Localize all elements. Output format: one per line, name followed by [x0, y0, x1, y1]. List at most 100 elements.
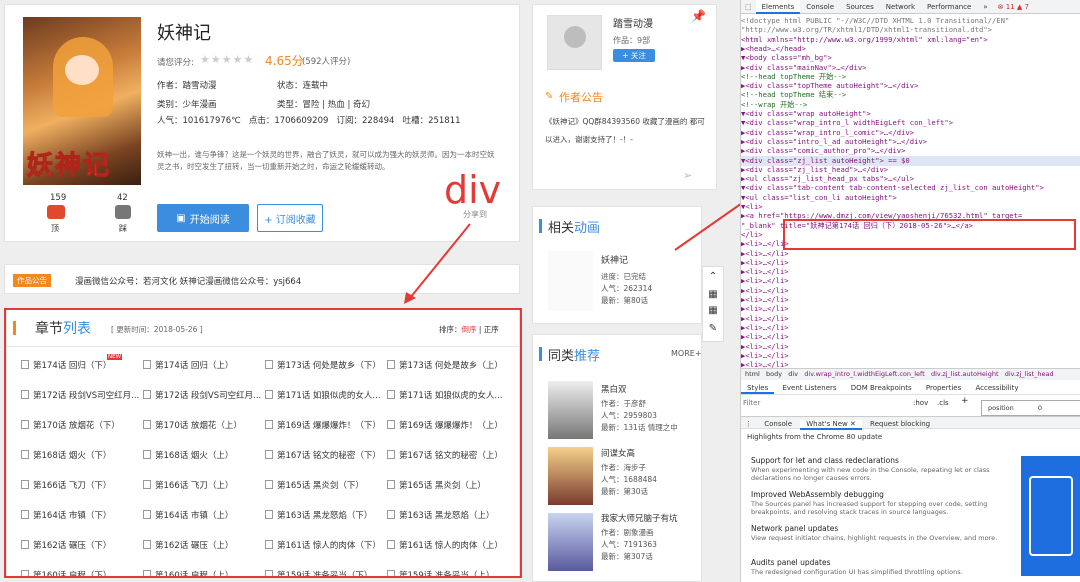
paper-plane-icon: ➢: [683, 169, 693, 182]
chevron-up-icon[interactable]: ⌃: [703, 267, 723, 287]
cover-image[interactable]: 妖神记: [23, 17, 141, 185]
news-heading[interactable]: Network panel updates: [751, 524, 1021, 533]
chapter-link[interactable]: 第173话 何处是故乡（下）: [265, 359, 383, 371]
tab-properties[interactable]: Properties: [920, 384, 967, 392]
sort-asc[interactable]: 正序: [484, 325, 499, 334]
chapter-link[interactable]: 第173话 何处是故乡（上）: [387, 359, 505, 371]
crumb-zj-list[interactable]: div.zj_list.autoHeight: [931, 370, 999, 378]
drawer-menu-icon[interactable]: ⋮: [741, 420, 756, 428]
chapter-link[interactable]: 第168话 烟火（下）: [21, 449, 139, 461]
chapter-link[interactable]: 第163话 黑龙怒焰（下）: [265, 509, 383, 521]
cls-toggle[interactable]: .cls: [937, 399, 949, 407]
tab-sources[interactable]: Sources: [840, 0, 880, 14]
chapter-link[interactable]: 第174话 回归（下）: [21, 359, 139, 371]
chapter-link[interactable]: 第170话 放烟花（上）: [143, 419, 261, 431]
chapter-link[interactable]: 第161话 惊人的肉体（下）: [265, 539, 383, 551]
chapter-link[interactable]: 第164话 市镇（下）: [21, 509, 139, 521]
chapter-link[interactable]: 第172话 段剑VS司空红月...: [21, 389, 139, 401]
chapter-link[interactable]: 第159话 准备妥当（下）: [265, 569, 383, 576]
tab-more[interactable]: »: [977, 0, 993, 14]
qr-code-icon[interactable]: ▦: [703, 287, 723, 303]
error-badge[interactable]: ⊗ 11 ▲ 7: [998, 3, 1029, 11]
similar-name-1[interactable]: 黑白双: [601, 383, 627, 395]
chapter-link[interactable]: 第160话 启程（下）: [21, 569, 139, 576]
crumb-zj-list-head[interactable]: div.zj_list_head: [1005, 370, 1054, 378]
news-heading[interactable]: Audits panel updates: [751, 558, 1021, 567]
chapter-link[interactable]: 第160话 启程（上）: [143, 569, 261, 576]
tab-network[interactable]: Network: [880, 0, 921, 14]
chapter-link[interactable]: 第166话 飞刀（下）: [21, 479, 139, 491]
edit-icon[interactable]: ✎: [703, 319, 723, 339]
crumb-div[interactable]: div: [788, 370, 798, 378]
chapter-link[interactable]: 第168话 烟火（上）: [143, 449, 261, 461]
chapter-link[interactable]: 第162话 碾压（下）: [21, 539, 139, 551]
chapter-link[interactable]: 第165话 黑炎剑（上）: [387, 479, 505, 491]
chapter-link[interactable]: 第172话 段剑VS司空红月...: [143, 389, 261, 401]
qr-code-icon-2[interactable]: ▦: [703, 303, 723, 319]
similar-name-3[interactable]: 我家大师兄脑子有坑: [601, 512, 678, 524]
chapter-link[interactable]: 第167话 铭文的秘密（下）: [265, 449, 383, 461]
chapter-link[interactable]: 第171话 如狼似虎的女人...: [387, 389, 505, 401]
chapter-link[interactable]: 第162话 碾压（上）: [143, 539, 261, 551]
sort-desc[interactable]: 倒序: [462, 325, 477, 334]
related-anime-card: 相关动画 妖神记 进度：已完结 人气：262314 最新：第80话: [532, 206, 702, 324]
tab-performance[interactable]: Performance: [921, 0, 977, 14]
overlay-label: div: [444, 168, 502, 212]
chapter-link[interactable]: 第164话 市镇（上）: [143, 509, 261, 521]
chapter-link[interactable]: 第169话 爆爆爆炸！（下）: [265, 419, 383, 431]
drawer-tab-whats-new[interactable]: What's New ✕: [800, 420, 862, 430]
score: 4.65分: [265, 54, 304, 68]
similar-latest-2: 最新：第30话: [601, 487, 649, 496]
tab-elements[interactable]: Elements: [755, 0, 801, 14]
thumb-down-icon[interactable]: [115, 205, 131, 219]
chapter-link[interactable]: 第159话 准备妥当（上）: [387, 569, 505, 576]
related-thumb[interactable]: [548, 251, 593, 311]
intro-card: 妖神记 妖神记 请您评分: ★★★★★ 4.65分 (592人评分) 作者：踏雪…: [4, 4, 520, 242]
dom-node[interactable]: ▶<li>…</li>: [741, 360, 1080, 370]
tab-event-listeners[interactable]: Event Listeners: [776, 384, 842, 392]
author-avatar[interactable]: [547, 15, 602, 70]
similar-name-2[interactable]: 间谍女高: [601, 447, 635, 459]
news-heading[interactable]: Improved WebAssembly debugging: [751, 490, 1021, 499]
drawer-tab-console[interactable]: Console: [758, 420, 798, 428]
tab-dom-breakpoints[interactable]: DOM Breakpoints: [845, 384, 918, 392]
chrome-promo-image: [1021, 456, 1080, 576]
read-button[interactable]: ▣ 开始阅读: [157, 204, 249, 232]
news-heading[interactable]: Support for let and class redeclarations: [751, 456, 1021, 465]
crumb-wrap-intro[interactable]: div.wrap_intro_l.widthEigLeft.con_left: [804, 370, 925, 378]
add-rule-button[interactable]: +: [961, 396, 969, 406]
subscribe-button[interactable]: + 订阅收藏: [257, 204, 323, 232]
follow-button[interactable]: + 关注: [613, 49, 655, 62]
author-name[interactable]: 踏雪动漫: [613, 15, 653, 30]
chapter-link[interactable]: 第161话 惊人的肉体（上）: [387, 539, 505, 551]
chapter-link[interactable]: 第166话 飞刀（上）: [143, 479, 261, 491]
crumb-body[interactable]: body: [766, 370, 782, 378]
more-link[interactable]: MORE+: [671, 349, 702, 358]
score-count: (592人评分): [302, 57, 351, 67]
related-name[interactable]: 妖神记: [601, 253, 628, 266]
tab-console[interactable]: Console: [800, 0, 840, 14]
chapter-link[interactable]: 第169话 爆爆爆炸！（上）: [387, 419, 505, 431]
chapter-link[interactable]: 第163话 黑龙怒焰（上）: [387, 509, 505, 521]
manga-title: 妖神记: [157, 23, 211, 44]
chapter-link[interactable]: 第171话 如狼似虎的女人...: [265, 389, 383, 401]
chapter-link[interactable]: 第165话 黑炎剑（下）: [265, 479, 383, 491]
info-category: 类别：少年漫画: [157, 100, 217, 110]
crumb-html[interactable]: html: [745, 370, 760, 378]
chapter-link[interactable]: 第170话 放烟花（下）: [21, 419, 139, 431]
thumb-up-icon[interactable]: [47, 205, 65, 219]
tab-accessibility[interactable]: Accessibility: [970, 384, 1025, 392]
tab-styles[interactable]: Styles: [741, 384, 775, 394]
drawer-tab-request-blocking[interactable]: Request blocking: [864, 420, 936, 428]
styles-filter-input[interactable]: [743, 397, 903, 409]
notice-title: 作者公告: [559, 91, 603, 104]
chapter-link[interactable]: 第174话 回归（上）: [143, 359, 261, 371]
rating-stars[interactable]: ★★★★★: [200, 53, 254, 66]
inspect-icon[interactable]: ⬚: [741, 3, 756, 11]
similar-thumb-2[interactable]: [548, 447, 593, 505]
similar-thumb-3[interactable]: [548, 513, 593, 571]
chapter-link[interactable]: 第167话 铭文的秘密（上）: [387, 449, 505, 461]
hov-toggle[interactable]: :hov: [913, 399, 928, 407]
side-toolbar: ⌃ ▦ ▦ ✎: [702, 266, 724, 342]
similar-thumb-1[interactable]: [548, 381, 593, 439]
